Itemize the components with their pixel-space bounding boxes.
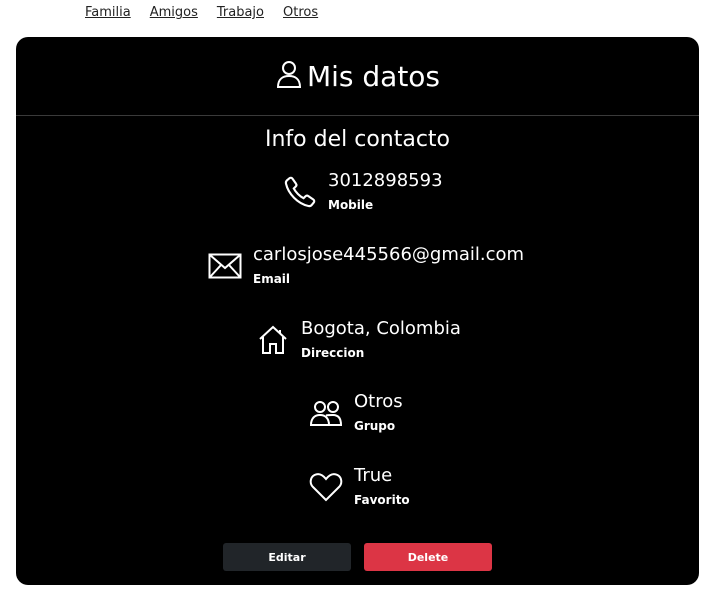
heart-icon [308,469,344,505]
contact-card: Mis datos Info del contacto 3012898593 M… [16,37,699,585]
field-favorite: True Favorito [308,465,410,507]
field-address: Bogota, Colombia Direccion [255,318,461,360]
nav-link-trabajo[interactable]: Trabajo [217,5,264,23]
email-text: carlosjose445566@gmail.com Email [253,244,524,286]
card-title-wrap: Mis datos [275,59,440,93]
top-nav: Familia Amigos Trabajo Otros [85,5,337,23]
address-text: Bogota, Colombia Direccion [301,318,461,360]
card-title: Mis datos [306,59,441,93]
favorite-value: True [354,465,393,486]
delete-button[interactable]: Delete [364,543,492,571]
phone-icon [282,174,318,210]
card-header: Mis datos [16,37,699,116]
phone-value: 3012898593 [328,170,443,191]
field-email: carlosjose445566@gmail.com Email [207,244,524,286]
group-text: Otros Grupo [354,391,403,433]
address-label: Direccion [301,346,365,360]
email-value: carlosjose445566@gmail.com [253,244,525,265]
field-phone: 3012898593 Mobile [282,170,443,212]
phone-text: 3012898593 Mobile [328,170,443,212]
phone-label: Mobile [328,198,374,212]
group-label: Grupo [354,419,396,433]
nav-link-otros[interactable]: Otros [283,5,318,23]
person-icon [275,59,303,93]
favorite-text: True Favorito [354,465,410,507]
nav-link-amigos[interactable]: Amigos [150,5,198,23]
section-title: Info del contacto [264,127,451,152]
field-group: Otros Grupo [308,391,403,433]
address-value: Bogota, Colombia [301,318,461,339]
group-value: Otros [354,391,403,412]
envelope-icon [207,248,243,284]
edit-button[interactable]: Editar [223,543,351,571]
house-icon [255,322,291,358]
favorite-label: Favorito [354,493,410,507]
nav-link-familia[interactable]: Familia [85,5,131,23]
email-label: Email [253,272,291,286]
people-icon [308,395,344,431]
